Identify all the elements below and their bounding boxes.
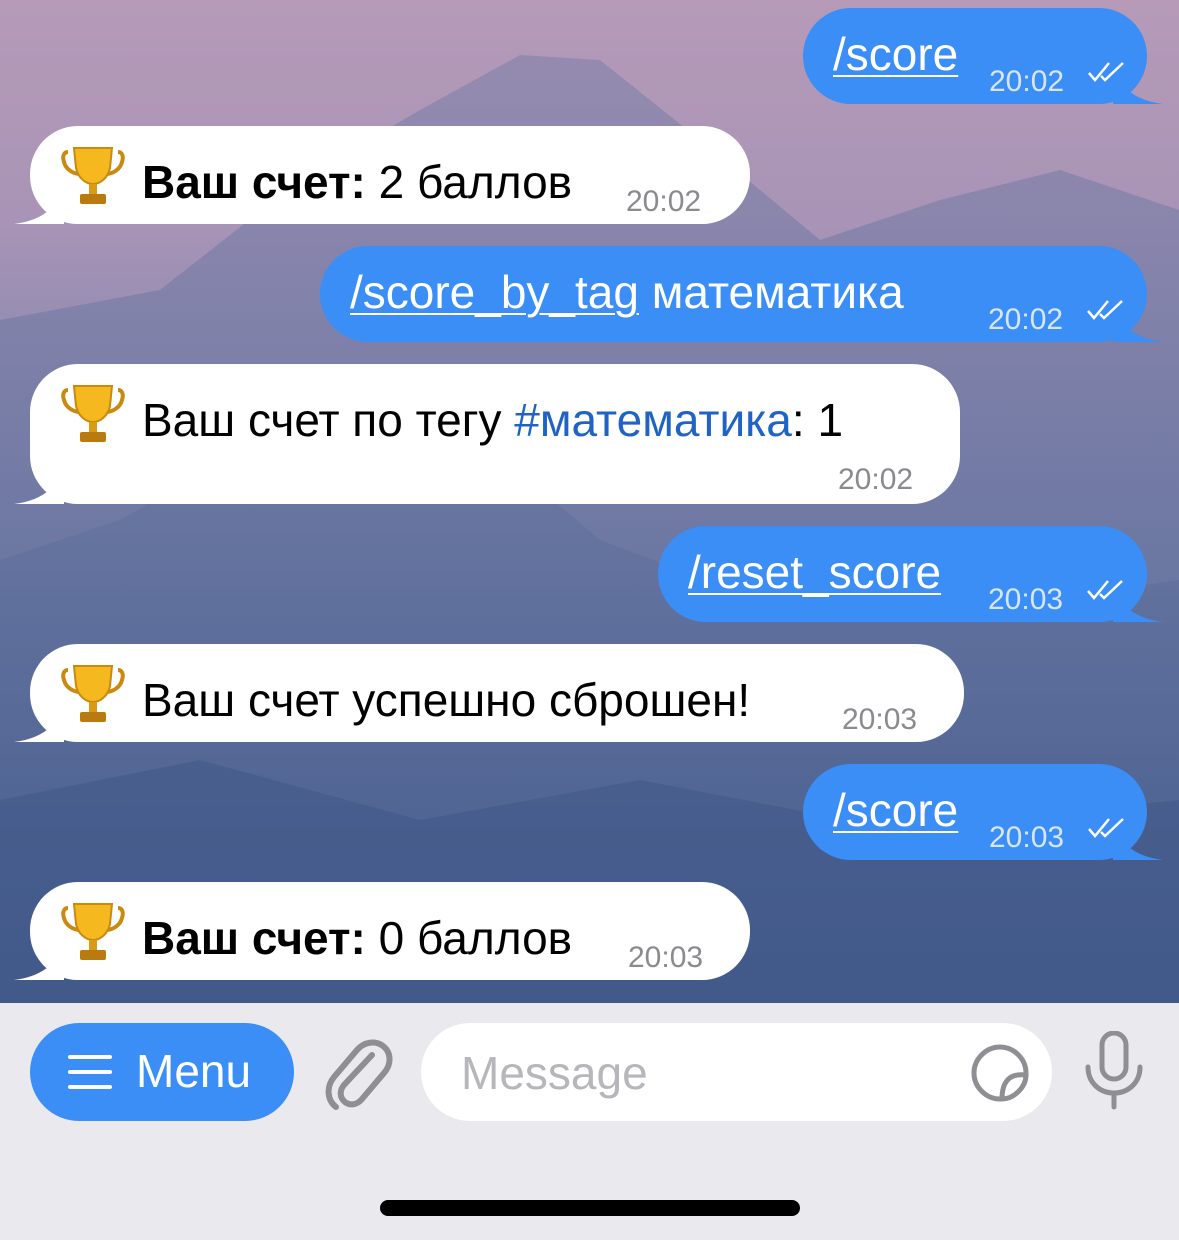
menu-button[interactable]: Menu	[30, 1023, 294, 1121]
chat-area[interactable]: /score 20:02 Ваш счет: 2 баллов 20:02 /s…	[0, 0, 1179, 1003]
outgoing-message[interactable]: /score 20:02	[803, 8, 1163, 104]
incoming-message[interactable]: Ваш счет: 2 баллов 20:02	[14, 126, 750, 224]
message-time: 20:02	[989, 65, 1065, 98]
score-label: Ваш счет:	[142, 156, 366, 208]
outgoing-message[interactable]: /score 20:03	[803, 764, 1163, 860]
bubble-tail	[14, 182, 64, 224]
score-value: 0 баллов	[365, 912, 573, 964]
microphone-icon[interactable]	[1082, 1031, 1146, 1111]
incoming-message[interactable]: Ваш счет по тегу #математика: 1 20:02	[14, 364, 960, 504]
message-text: : 1	[791, 394, 844, 446]
message-time: 20:03	[842, 703, 918, 736]
score-label: Ваш счет:	[142, 912, 366, 964]
double-check-icon	[1087, 580, 1123, 600]
message-text: Ваш счет по тегу	[142, 394, 515, 446]
bubble-tail	[14, 938, 64, 980]
sticker-icon[interactable]	[970, 1043, 1030, 1103]
message-placeholder: Message	[461, 1047, 648, 1099]
command-link[interactable]: /score	[833, 782, 958, 838]
message-time: 20:03	[989, 821, 1065, 854]
message-time: 20:03	[628, 941, 704, 974]
double-check-icon	[1087, 300, 1123, 320]
incoming-message[interactable]: Ваш счет: 0 баллов 20:03	[14, 882, 750, 980]
message-time: 20:02	[988, 303, 1064, 336]
score-value: 2 баллов	[365, 156, 573, 208]
trophy-icon	[61, 385, 125, 442]
double-check-icon	[1088, 62, 1124, 82]
menu-label: Menu	[136, 1045, 252, 1097]
command-link[interactable]: /reset_score	[688, 544, 941, 600]
hamburger-icon	[68, 1055, 112, 1089]
outgoing-message[interactable]: /reset_score 20:03	[658, 526, 1163, 622]
command-link[interactable]: /score	[833, 26, 958, 82]
message-time: 20:02	[838, 463, 914, 496]
bubble-tail	[14, 700, 64, 742]
home-indicator	[380, 1200, 800, 1216]
trophy-icon	[61, 903, 125, 960]
command-argument: математика	[638, 266, 904, 318]
outgoing-message[interactable]: /score_by_tag математика 20:02	[320, 246, 1163, 342]
trophy-icon	[61, 665, 125, 722]
hashtag-link[interactable]: #математика	[514, 394, 792, 446]
trophy-icon	[61, 147, 125, 204]
input-bar: Menu Message	[0, 1003, 1179, 1240]
bubble-tail	[14, 462, 64, 504]
paperclip-icon[interactable]	[322, 1033, 396, 1115]
incoming-message[interactable]: Ваш счет успешно сброшен! 20:03	[14, 644, 964, 742]
message-time: 20:03	[988, 583, 1064, 616]
double-check-icon	[1088, 818, 1124, 838]
message-text: Ваш счет успешно сброшен!	[142, 674, 751, 726]
message-input[interactable]: Message	[421, 1023, 1052, 1121]
command-link[interactable]: /score_by_tag	[350, 266, 639, 318]
message-time: 20:02	[626, 185, 702, 218]
